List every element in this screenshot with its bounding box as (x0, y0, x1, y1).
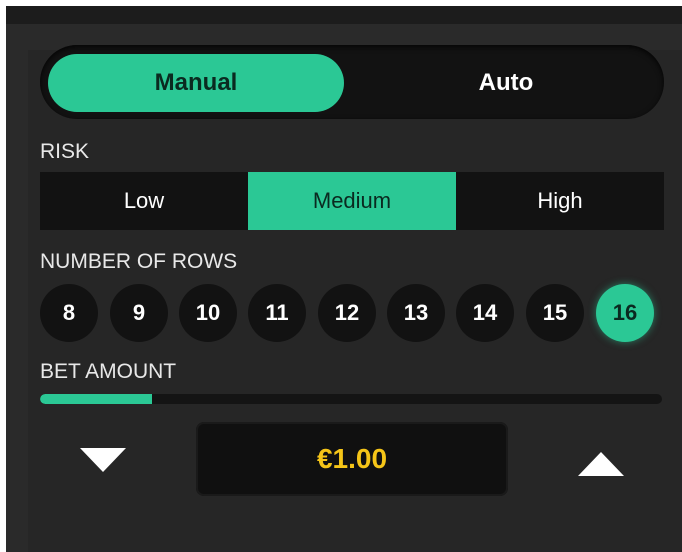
row-option-14[interactable]: 14 (456, 284, 514, 342)
risk-option-high[interactable]: High (456, 172, 664, 230)
risk-selector: Low Medium High (40, 172, 664, 230)
row-option-8[interactable]: 8 (40, 284, 98, 342)
row-option-13[interactable]: 13 (387, 284, 445, 342)
row-option-9[interactable]: 9 (110, 284, 168, 342)
bet-amount-display[interactable]: €1.00 (196, 422, 508, 496)
risk-option-low[interactable]: Low (40, 172, 248, 230)
rows-selector: 8 9 10 11 12 13 14 15 16 (40, 284, 664, 342)
bet-amount-slider[interactable] (40, 394, 662, 404)
bet-amount-slider-fill (40, 394, 152, 404)
row-option-15[interactable]: 15 (526, 284, 584, 342)
mode-toggle: Manual Auto (40, 45, 664, 119)
manual-mode-button[interactable]: Manual (48, 54, 344, 112)
risk-label: RISK (40, 140, 90, 163)
top-bar (6, 6, 682, 26)
auto-mode-button[interactable]: Auto (358, 54, 654, 112)
risk-option-medium[interactable]: Medium (248, 172, 456, 230)
row-option-16[interactable]: 16 (596, 284, 654, 342)
row-option-12[interactable]: 12 (318, 284, 376, 342)
number-of-rows-label: NUMBER OF ROWS (40, 250, 238, 273)
row-option-10[interactable]: 10 (179, 284, 237, 342)
bet-amount-label: BET AMOUNT (40, 360, 177, 383)
triangle-up-icon[interactable] (578, 452, 624, 476)
triangle-down-icon[interactable] (80, 448, 126, 472)
row-option-11[interactable]: 11 (248, 284, 306, 342)
